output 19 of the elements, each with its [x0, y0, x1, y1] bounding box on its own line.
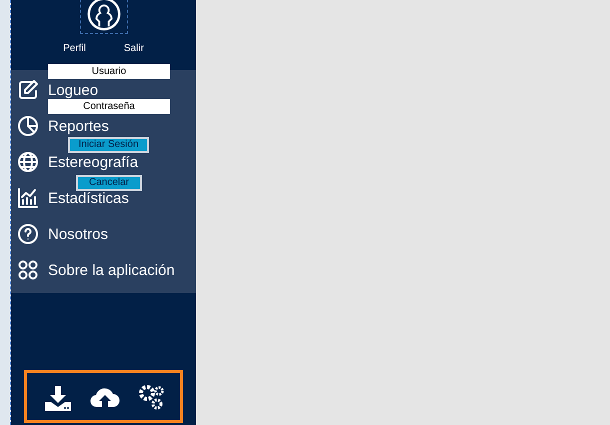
input-field[interactable]: Usuario: [48, 64, 170, 79]
chart-icon: [16, 186, 40, 210]
input-field[interactable]: Contraseña: [48, 99, 170, 114]
menu-item[interactable]: Nosotros: [48, 226, 108, 242]
menu-item[interactable]: Estereografía: [48, 154, 138, 170]
help-icon: [16, 222, 40, 246]
menu-item[interactable]: Sobre la aplicación: [48, 262, 175, 278]
login-button[interactable]: Iniciar Sesión: [68, 137, 149, 153]
pie-chart-icon: [16, 114, 40, 138]
menu-item[interactable]: Logueo: [48, 82, 98, 98]
menu-item[interactable]: Reportes: [48, 118, 109, 134]
profile-link[interactable]: Salir: [124, 41, 144, 56]
profile-link[interactable]: Perfil: [63, 41, 86, 56]
cancel-button[interactable]: Cancelar: [76, 175, 142, 191]
menu-item[interactable]: Estadísticas: [48, 190, 129, 206]
grid-icon: [16, 258, 40, 282]
edit-icon: [16, 78, 40, 102]
globe-icon: [16, 150, 40, 174]
user-avatar-icon[interactable]: [80, 0, 128, 34]
